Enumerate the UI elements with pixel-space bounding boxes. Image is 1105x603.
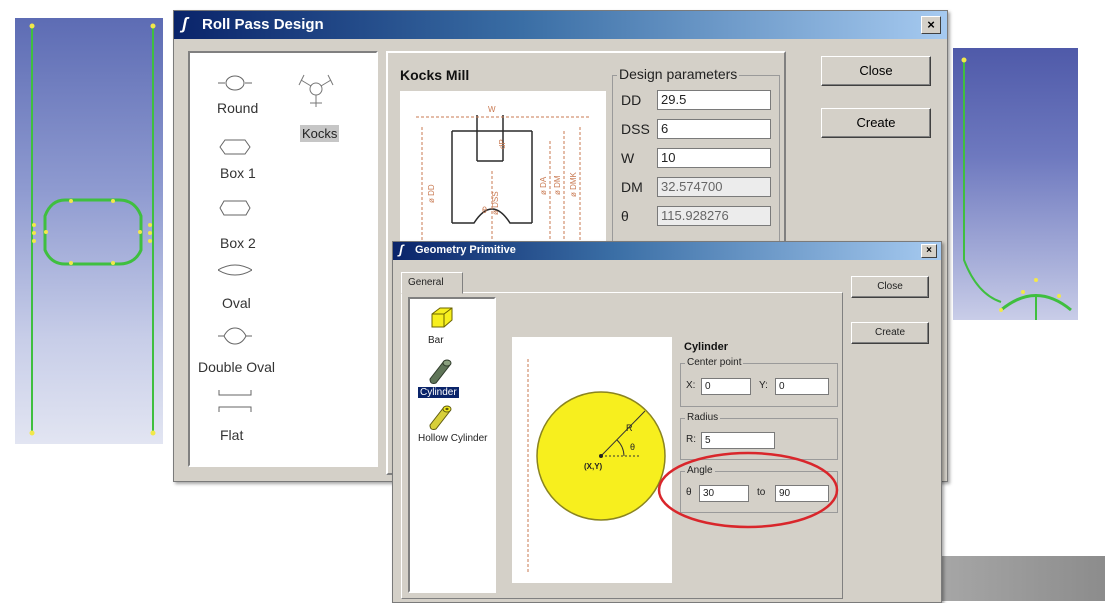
mill-title: Kocks Mill [400, 67, 470, 83]
cylinder-section-title: Cylinder [684, 341, 729, 353]
round-pass-icon[interactable] [218, 75, 252, 91]
preview-center-label: (X,Y) [584, 462, 603, 471]
kocks-profile-drawing [961, 57, 1072, 320]
diagram-label-da: ø DA [539, 176, 548, 195]
kocks-icon[interactable] [296, 69, 336, 109]
box1-pass-icon[interactable] [218, 138, 252, 156]
oval-pass-label[interactable]: Oval [222, 295, 251, 311]
hollow-cylinder-primitive-icon[interactable] [426, 403, 454, 431]
bar-primitive-icon[interactable] [428, 305, 454, 331]
close-window-icon[interactable]: × [921, 16, 941, 34]
tab-general[interactable]: General [401, 272, 463, 294]
double-oval-pass-label[interactable]: Double Oval [198, 359, 275, 375]
cylinder-primitive-icon[interactable] [426, 357, 454, 385]
design-parameters-title: Design parameters [617, 66, 740, 82]
diagram-label-dm: ø DM [553, 175, 562, 195]
center-y-label: Y: [759, 380, 768, 391]
param-label-w: W [621, 150, 635, 166]
close-button[interactable]: Close [821, 56, 931, 86]
box1-pass-label[interactable]: Box 1 [220, 165, 256, 181]
center-y-input[interactable]: 0 [775, 378, 829, 395]
close-geometry-window-icon[interactable]: × [921, 244, 937, 258]
w-input[interactable]: 10 [657, 148, 771, 168]
center-x-label: X: [686, 380, 696, 391]
dm-readonly-field: 32.574700 [657, 177, 771, 197]
geometry-close-button[interactable]: Close [851, 276, 929, 298]
center-point-title: Center point [685, 357, 744, 368]
diagram-label-dd: ø DD [427, 184, 436, 203]
flat-pass-label[interactable]: Flat [220, 427, 243, 443]
diagram-label-dmk: ø DMK [569, 171, 578, 197]
general-tab-panel: Bar Cylinder Hollow Cylinder R θ (X,Y) C… [401, 292, 843, 599]
primitive-preview: R θ (X,Y) [512, 337, 672, 583]
kocks-schematic: W dP ø DD ø DSS ø DA ø DM ø DMK θ [416, 105, 590, 241]
tab-general-label: General [408, 277, 444, 288]
cylinder-primitive-label-selected[interactable]: Cylinder [418, 387, 459, 398]
preview-theta-label: θ [630, 442, 635, 452]
create-button[interactable]: Create [821, 108, 931, 138]
center-x-input[interactable]: 0 [701, 378, 751, 395]
bar-primitive-label[interactable]: Bar [428, 335, 444, 346]
param-label-dss: DSS [621, 121, 650, 137]
design-parameters-group: Design parameters DD 29.5 DSS 6 W 10 DM … [612, 66, 780, 267]
radius-title: Radius [685, 412, 721, 423]
right-viewport[interactable] [953, 48, 1078, 320]
diagram-label-theta: θ [482, 205, 487, 215]
geometry-window-title: Geometry Primitive [415, 244, 516, 256]
pass-shape-list[interactable]: Round Box 1 Box 2 Oval Double Oval Flat [188, 51, 378, 467]
param-label-theta: θ [621, 208, 629, 224]
geometry-create-button[interactable]: Create [851, 322, 929, 344]
center-point-group: Center point X: 0 Y: 0 [680, 357, 838, 407]
dd-input[interactable]: 29.5 [657, 90, 771, 110]
geometry-primitive-window: ʃ Geometry Primitive × General Bar Cylin… [392, 241, 942, 603]
geometry-titlebar[interactable]: ʃ Geometry Primitive × [393, 242, 941, 260]
diagram-label-w: W [488, 105, 496, 114]
app-logo-icon: ʃ [182, 14, 188, 33]
box2-pass-label[interactable]: Box 2 [220, 235, 256, 251]
hollow-cylinder-primitive-label[interactable]: Hollow Cylinder [418, 433, 488, 444]
oval-profile-drawing [29, 23, 156, 436]
dss-input[interactable]: 6 [657, 119, 771, 139]
param-label-dm: DM [621, 179, 643, 195]
angle-highlight-ellipse [657, 451, 839, 529]
diagram-label-dss: ø DSS [491, 191, 500, 215]
left-viewport[interactable] [15, 18, 163, 444]
roll-pass-titlebar[interactable]: ʃ Roll Pass Design × [174, 11, 947, 39]
flat-pass-icon[interactable] [218, 389, 252, 413]
primitive-list[interactable]: Bar Cylinder Hollow Cylinder [408, 297, 496, 593]
double-oval-pass-icon[interactable] [218, 327, 252, 345]
app-logo-icon-small: ʃ [399, 242, 404, 257]
oval-pass-icon[interactable] [218, 263, 252, 277]
window-title: Roll Pass Design [202, 16, 324, 33]
viewport-floor [930, 556, 1105, 601]
radius-r-label: R: [686, 434, 696, 445]
radius-input[interactable]: 5 [701, 432, 775, 449]
diagram-label-dp: dP [498, 139, 507, 149]
preview-radius-label: R [626, 423, 633, 433]
round-pass-label[interactable]: Round [217, 100, 258, 116]
theta-readonly-field: 115.928276 [657, 206, 771, 226]
kocks-pass-label[interactable]: Kocks [300, 125, 340, 142]
param-label-dd: DD [621, 92, 642, 108]
box2-pass-icon[interactable] [218, 199, 252, 217]
cylinder-preview-drawing: R θ (X,Y) [527, 359, 666, 573]
kocks-diagram: W dP ø DD ø DSS ø DA ø DM ø DMK θ [400, 91, 606, 241]
